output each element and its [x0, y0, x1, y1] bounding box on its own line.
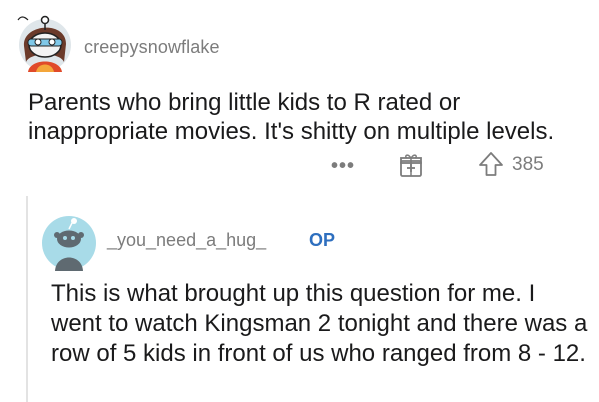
op-badge: OP	[309, 230, 336, 250]
comment-body: Parents who bring little kids to R rated…	[28, 89, 555, 145]
avatar[interactable]	[14, 12, 76, 74]
username[interactable]: _you_need_a_hug_	[107, 230, 266, 251]
comment-actions: ••• 385	[0, 148, 599, 180]
snoo-avatar-icon	[17, 15, 71, 72]
comment-body: This is what brought up this question fo…	[51, 280, 588, 367]
more-options-button[interactable]: •••	[331, 155, 355, 178]
score-count: 385	[512, 154, 544, 175]
snoo-avatar-icon	[42, 216, 96, 271]
thread-line[interactable]	[26, 196, 28, 402]
upvote-arrow-icon[interactable]	[477, 150, 505, 178]
comment-parent: creepysnowflake Parents who bring little…	[0, 0, 599, 200]
avatar[interactable]	[41, 215, 97, 271]
username[interactable]: creepysnowflake	[84, 37, 220, 58]
gift-icon[interactable]	[398, 152, 424, 178]
